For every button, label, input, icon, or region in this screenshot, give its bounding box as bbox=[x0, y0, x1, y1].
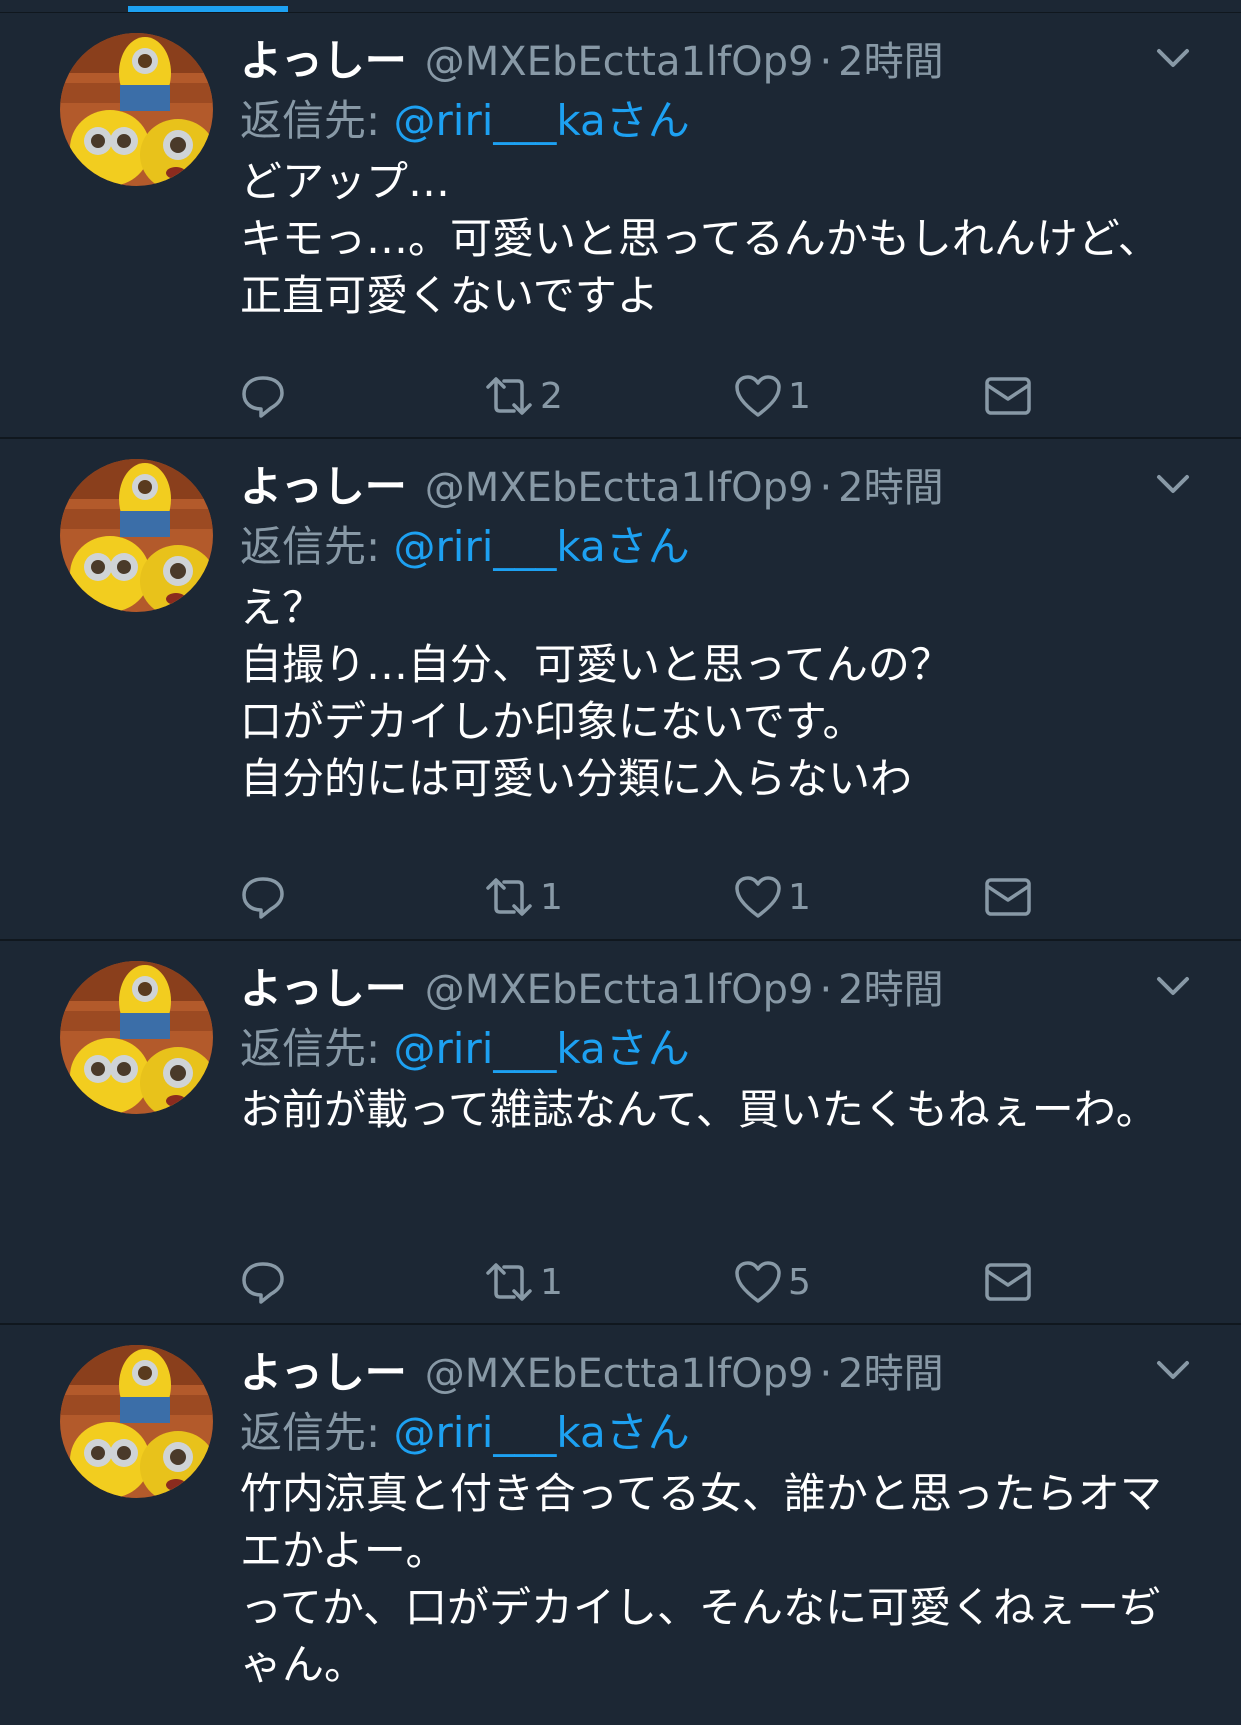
user-handle[interactable]: @MXEbEctta1lfOp9 bbox=[425, 458, 814, 518]
tweet[interactable]: よっしー @MXEbEctta1lfOp9 · 2時間 返信先: @riri__… bbox=[0, 13, 1241, 439]
chevron-down-icon[interactable] bbox=[1153, 1355, 1193, 1385]
reply-mention-link[interactable]: @riri___kaさん bbox=[394, 1024, 690, 1073]
retweet-button[interactable]: 2 bbox=[484, 366, 563, 426]
chevron-down-icon[interactable] bbox=[1153, 43, 1193, 73]
heart-icon bbox=[735, 876, 781, 918]
reply-button[interactable] bbox=[240, 1252, 286, 1312]
retweet-icon bbox=[486, 1263, 532, 1301]
tweet[interactable]: よっしー @MXEbEctta1lfOp9 · 2時間 返信先: @riri__… bbox=[0, 941, 1241, 1325]
timestamp[interactable]: 2時間 bbox=[838, 960, 943, 1020]
tweet-actions: 1 1 bbox=[240, 867, 1241, 927]
tweet[interactable]: よっしー @MXEbEctta1lfOp9 · 2時間 返信先: @riri__… bbox=[0, 1325, 1241, 1725]
tweet-content: よっしー @MXEbEctta1lfOp9 · 2時間 返信先: @riri__… bbox=[240, 959, 1201, 1138]
separator-dot: · bbox=[819, 465, 833, 511]
direct-message-button[interactable] bbox=[984, 1252, 1032, 1312]
top-tab-bar bbox=[0, 0, 1241, 13]
reply-to-line: 返信先: @riri___kaさん bbox=[240, 1019, 1201, 1079]
heart-icon bbox=[735, 375, 781, 417]
user-handle[interactable]: @MXEbEctta1lfOp9 bbox=[425, 1344, 814, 1404]
tweet-text: どアップ… キモっ…。可愛いと思ってるんかもしれんけど、正直可愛くないですよ bbox=[240, 157, 1160, 320]
retweet-count: 2 bbox=[540, 375, 563, 417]
tweet-content: よっしー @MXEbEctta1lfOp9 · 2時間 返信先: @riri__… bbox=[240, 1343, 1201, 1693]
avatar[interactable] bbox=[60, 33, 213, 186]
timestamp[interactable]: 2時間 bbox=[838, 1344, 943, 1404]
tweet-text: 竹内涼真と付き合ってる女、誰かと思ったらオマエかよー。 ってか、口がデカイし、そ… bbox=[240, 1469, 1162, 1689]
like-count: 1 bbox=[788, 375, 811, 417]
tweet-header: よっしー @MXEbEctta1lfOp9 · 2時間 bbox=[240, 457, 1201, 517]
envelope-icon bbox=[985, 377, 1031, 415]
retweet-icon bbox=[486, 878, 532, 916]
tweet-text: お前が載って雑誌なんて、買いたくもねぇーわ。 bbox=[240, 1085, 1158, 1134]
tweet-content: よっしー @MXEbEctta1lfOp9 · 2時間 返信先: @riri__… bbox=[240, 31, 1201, 324]
display-name[interactable]: よっしー bbox=[240, 959, 407, 1019]
retweet-count: 1 bbox=[540, 1261, 563, 1303]
tweet-header: よっしー @MXEbEctta1lfOp9 · 2時間 bbox=[240, 1343, 1201, 1403]
tweet-header: よっしー @MXEbEctta1lfOp9 · 2時間 bbox=[240, 31, 1201, 91]
tweet-actions: 1 5 bbox=[240, 1252, 1241, 1312]
envelope-icon bbox=[985, 878, 1031, 916]
user-handle[interactable]: @MXEbEctta1lfOp9 bbox=[425, 32, 814, 92]
reply-mention-link[interactable]: @riri___kaさん bbox=[394, 522, 690, 571]
avatar[interactable] bbox=[60, 459, 213, 612]
reply-icon bbox=[242, 877, 284, 919]
tweet-text: え？ 自撮り…自分、可愛いと思ってんの？ 口がデカイしか印象にないです。 自分的… bbox=[240, 583, 952, 803]
separator-dot: · bbox=[819, 1351, 833, 1397]
separator-dot: · bbox=[819, 967, 833, 1013]
retweet-button[interactable]: 1 bbox=[484, 867, 563, 927]
retweet-button[interactable]: 1 bbox=[484, 1252, 563, 1312]
display-name[interactable]: よっしー bbox=[240, 31, 407, 91]
reply-button[interactable] bbox=[240, 867, 286, 927]
reply-to-line: 返信先: @riri___kaさん bbox=[240, 1403, 1201, 1463]
like-button[interactable]: 5 bbox=[734, 1252, 811, 1312]
tweet-actions: 2 1 bbox=[240, 366, 1241, 426]
retweet-icon bbox=[486, 377, 532, 415]
display-name[interactable]: よっしー bbox=[240, 1343, 407, 1403]
retweet-count: 1 bbox=[540, 876, 563, 918]
minion-avatar-image bbox=[60, 1345, 213, 1498]
reply-button[interactable] bbox=[240, 366, 286, 426]
timestamp[interactable]: 2時間 bbox=[838, 32, 943, 92]
reply-prefix: 返信先: bbox=[240, 1024, 394, 1073]
user-handle[interactable]: @MXEbEctta1lfOp9 bbox=[425, 960, 814, 1020]
display-name[interactable]: よっしー bbox=[240, 457, 407, 517]
tweet-content: よっしー @MXEbEctta1lfOp9 · 2時間 返信先: @riri__… bbox=[240, 457, 1201, 807]
tweet[interactable]: よっしー @MXEbEctta1lfOp9 · 2時間 返信先: @riri__… bbox=[0, 439, 1241, 941]
avatar[interactable] bbox=[60, 1345, 213, 1498]
reply-prefix: 返信先: bbox=[240, 96, 394, 145]
avatar[interactable] bbox=[60, 961, 213, 1114]
reply-prefix: 返信先: bbox=[240, 522, 394, 571]
reply-to-line: 返信先: @riri___kaさん bbox=[240, 517, 1201, 577]
separator-dot: · bbox=[819, 39, 833, 85]
direct-message-button[interactable] bbox=[984, 366, 1032, 426]
reply-icon bbox=[242, 1262, 284, 1304]
reply-mention-link[interactable]: @riri___kaさん bbox=[394, 1408, 690, 1457]
chevron-down-icon[interactable] bbox=[1153, 469, 1193, 499]
heart-icon bbox=[735, 1261, 781, 1303]
minion-avatar-image bbox=[60, 33, 213, 186]
tweet-header: よっしー @MXEbEctta1lfOp9 · 2時間 bbox=[240, 959, 1201, 1019]
envelope-icon bbox=[985, 1263, 1031, 1301]
chevron-down-icon[interactable] bbox=[1153, 971, 1193, 1001]
reply-prefix: 返信先: bbox=[240, 1408, 394, 1457]
active-tab-indicator bbox=[128, 6, 288, 12]
minion-avatar-image bbox=[60, 459, 213, 612]
like-count: 5 bbox=[788, 1261, 811, 1303]
timestamp[interactable]: 2時間 bbox=[838, 458, 943, 518]
reply-mention-link[interactable]: @riri___kaさん bbox=[394, 96, 690, 145]
minion-avatar-image bbox=[60, 961, 213, 1114]
direct-message-button[interactable] bbox=[984, 867, 1032, 927]
like-button[interactable]: 1 bbox=[734, 867, 811, 927]
reply-icon bbox=[242, 376, 284, 418]
like-button[interactable]: 1 bbox=[734, 366, 811, 426]
reply-to-line: 返信先: @riri___kaさん bbox=[240, 91, 1201, 151]
like-count: 1 bbox=[788, 876, 811, 918]
